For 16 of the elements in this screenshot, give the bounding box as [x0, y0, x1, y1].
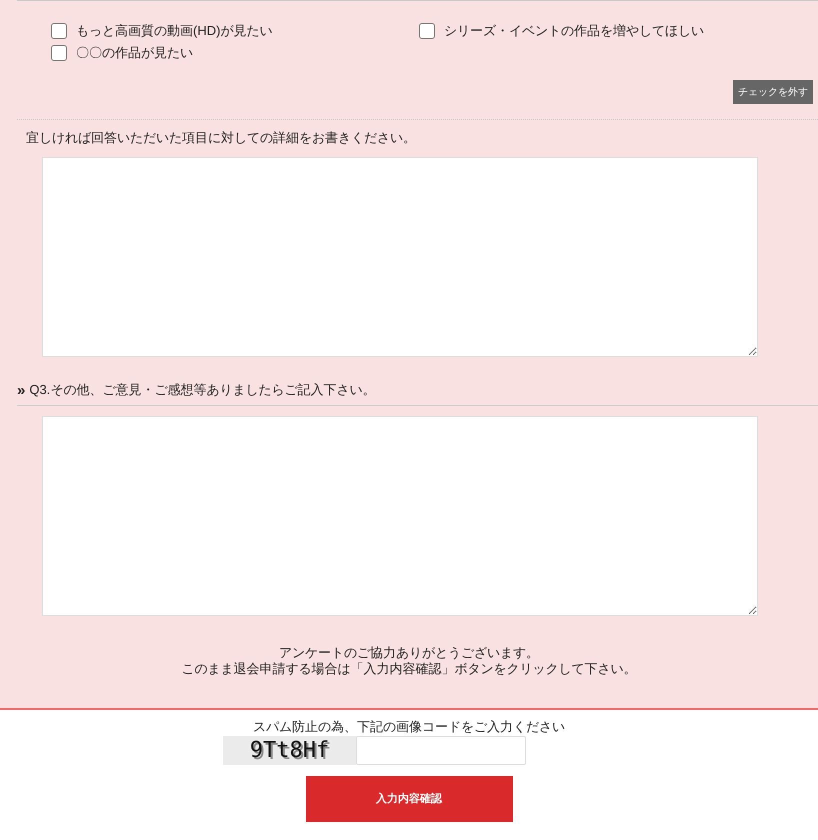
checkbox-label: 〇〇の作品が見たい — [76, 44, 193, 62]
captcha-image: 9Tt8Hf — [223, 736, 356, 765]
captcha-prompt: スパム防止の為、下記の画像コードをご入力ください — [253, 718, 565, 736]
submit-button[interactable]: 入力内容確認 — [306, 776, 512, 822]
thanks-text: アンケートのご協力ありがとうございます。 — [279, 645, 539, 661]
double-chevron-icon: » — [17, 382, 26, 398]
checkbox-label: もっと高画質の動画(HD)が見たい — [76, 22, 272, 40]
checkbox[interactable] — [51, 23, 67, 39]
captcha-input[interactable] — [356, 736, 526, 765]
checkbox-label: シリーズ・イベントの作品を増やしてほしい — [444, 22, 704, 40]
question-label: Q3.その他、ご意見・ご感想等ありましたらご記入下さい。 — [29, 381, 376, 400]
checkbox[interactable] — [51, 45, 67, 61]
checkbox[interactable] — [419, 23, 435, 39]
uncheck-button[interactable]: チェックを外す — [733, 80, 813, 104]
detail-prompt: 宜しければ回答いただいた項目に対しての詳細をお書きください。 — [26, 129, 417, 147]
thanks-text: このまま退会申請する場合は「入力内容確認」ボタンをクリックして下さい。 — [182, 661, 636, 677]
